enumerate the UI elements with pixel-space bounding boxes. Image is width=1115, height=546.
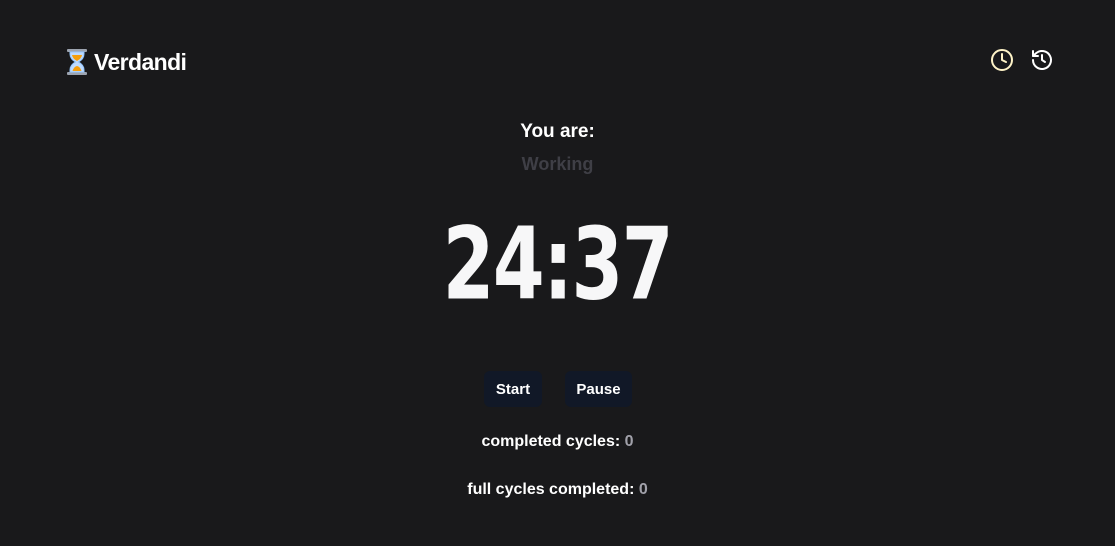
completed-cycles-label: completed cycles:: [481, 433, 621, 450]
header-actions: [990, 48, 1054, 77]
app-brand[interactable]: Verdandi: [66, 46, 187, 78]
full-cycles-label: full cycles completed:: [467, 481, 635, 498]
completed-cycles-value: 0: [624, 433, 634, 450]
app-name: Verdandi: [94, 48, 187, 75]
pause-button[interactable]: Pause: [565, 371, 632, 407]
clock-button[interactable]: [990, 48, 1014, 77]
full-cycles-stat: full cycles completed: 0: [0, 481, 1115, 499]
start-button[interactable]: Start: [484, 371, 542, 407]
history-icon: [1030, 48, 1054, 77]
status-label: You are:: [520, 121, 595, 142]
timer-controls: Start Pause: [0, 371, 1115, 407]
completed-cycles-stat: completed cycles: 0: [0, 433, 1115, 451]
timer-display: 24:37: [442, 206, 674, 324]
full-cycles-value: 0: [638, 481, 648, 498]
clock-icon: [990, 48, 1014, 77]
history-button[interactable]: [1030, 48, 1054, 77]
hourglass-icon: [66, 48, 88, 76]
status-value: Working: [521, 154, 594, 174]
